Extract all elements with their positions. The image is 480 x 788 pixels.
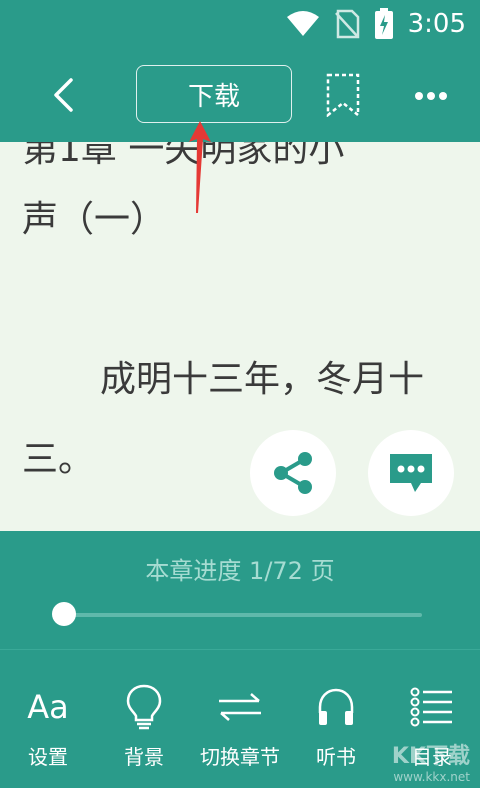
nav-switch-chapter[interactable]: 切换章节 <box>192 669 288 769</box>
text-line: 声（一） <box>22 199 167 240</box>
share-icon <box>274 452 312 494</box>
nav-label: 背景 <box>124 745 164 769</box>
no-signal-icon <box>334 9 359 39</box>
divider <box>0 649 480 650</box>
nav-label: 听书 <box>316 745 356 769</box>
list-icon <box>410 687 452 727</box>
red-arrow-annotation <box>189 121 211 213</box>
nav-label: 设置 <box>28 745 68 769</box>
chapter-progress-text: 本章进度 1/72 页 <box>145 557 335 585</box>
download-button[interactable]: 下载 <box>136 65 292 123</box>
reading-area[interactable]: 第1章 一失明家的小 声（一） 成明十三年，冬月十 三。 <box>0 142 480 531</box>
text-line: 成明十三年，冬月十 <box>100 359 425 400</box>
nav-settings[interactable]: Aa 设置 <box>0 669 96 769</box>
watermark-text: KK下载 <box>391 744 470 769</box>
bottom-control-panel: 本章进度 1/72 页 Aa 设置 背景 切换章节 听书 目录 KK下载 www… <box>0 531 480 788</box>
more-options-button[interactable] <box>406 76 456 116</box>
nav-label: 切换章节 <box>200 745 280 769</box>
watermark: KK下载 www.kkx.net <box>392 738 470 784</box>
status-bar: 3:05 <box>0 0 480 50</box>
more-dots-icon <box>415 92 447 100</box>
headphones-icon <box>318 688 354 725</box>
nav-background[interactable]: 背景 <box>96 669 192 769</box>
wifi-icon <box>286 11 319 36</box>
comment-icon <box>390 454 432 492</box>
comment-button[interactable] <box>368 430 454 516</box>
share-button[interactable] <box>250 430 336 516</box>
nav-listen[interactable]: 听书 <box>288 669 384 769</box>
back-button[interactable] <box>40 72 86 118</box>
bookmark-button[interactable] <box>322 70 364 120</box>
progress-slider-thumb[interactable] <box>52 602 76 626</box>
reader-toolbar: 下载 <box>0 50 480 142</box>
lightbulb-icon <box>126 684 162 730</box>
watermark-url: www.kkx.net <box>393 770 470 784</box>
text-line: 三。 <box>22 439 95 480</box>
swap-arrows-icon <box>219 693 261 721</box>
bookmark-icon <box>326 73 360 117</box>
chevron-left-icon <box>54 78 73 112</box>
battery-charging-icon <box>374 8 393 39</box>
progress-slider-track[interactable] <box>62 613 422 617</box>
status-icons: 3:05 <box>286 8 466 40</box>
clock: 3:05 <box>407 9 466 39</box>
text-size-icon: Aa <box>27 688 69 726</box>
